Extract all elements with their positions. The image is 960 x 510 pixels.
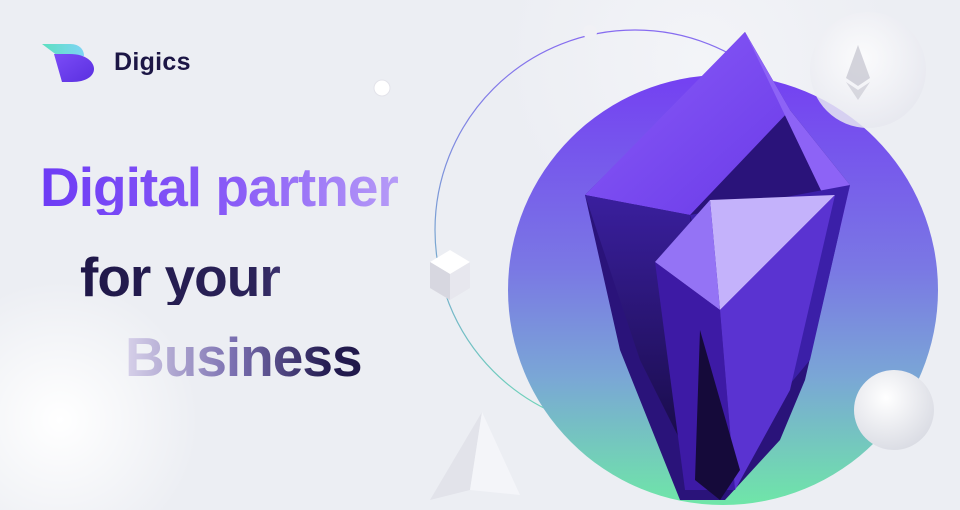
polyhedron-icon [430,250,470,300]
small-dot [373,79,391,97]
headline-line-2: for your [80,250,398,305]
ethereum-icon [810,12,926,128]
small-dot [583,25,597,39]
pyramid-icon [430,412,520,500]
headline-line-3: Business [125,330,398,385]
headline-line-1: Digital partner [40,156,399,218]
glass-sphere [854,370,934,450]
hero-headline: Digital partner for your Business [40,156,399,385]
